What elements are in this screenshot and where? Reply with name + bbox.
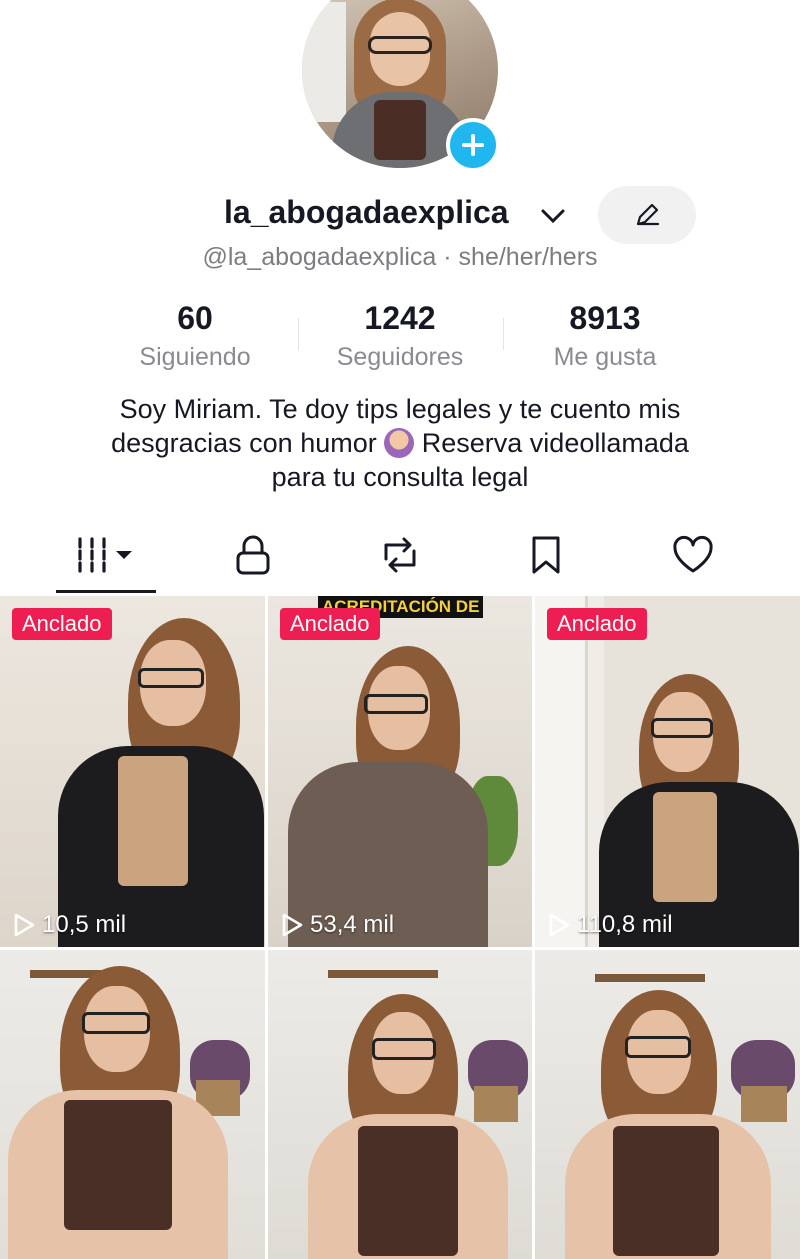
video-thumbnail[interactable]: ACREDITACIÓN DE Anclado 53,4 mil [268, 596, 532, 947]
bio-line: desgracias con humor Reserva videollamad… [40, 426, 760, 460]
active-tab-indicator [56, 590, 156, 593]
thumbnail-shelf [595, 974, 705, 982]
bio-line: Soy Miriam. Te doy tips legales y te cue… [119, 394, 681, 424]
person-emoji-icon [384, 428, 415, 458]
view-count: 53,4 mil [280, 911, 394, 939]
stat-divider [503, 318, 504, 350]
video-grid: Anclado 10,5 mil ACREDITACIÓN DE Anclado… [0, 596, 800, 1259]
stat-likes-label: Me gusta [553, 343, 657, 371]
thumbnail-person-top [64, 1100, 172, 1230]
video-thumbnail[interactable] [268, 950, 532, 1259]
profile-bio: Soy Miriam. Te doy tips legales y te cue… [40, 392, 760, 494]
profile-stats: 60 Siguiendo 1242 Seguidores 8913 Me gus… [0, 300, 800, 380]
pinned-badge: Anclado [547, 608, 647, 640]
thumbnail-person-glasses [651, 718, 713, 738]
thumbnail-person-glasses [82, 1012, 150, 1034]
pinned-badge: Anclado [280, 608, 380, 640]
thumbnail-pot [741, 1086, 787, 1122]
pinned-badge: Anclado [12, 608, 112, 640]
heart-icon [673, 535, 713, 573]
stat-followers-value: 1242 [364, 300, 436, 336]
video-thumbnail[interactable]: Anclado 10,5 mil [0, 596, 265, 947]
view-count: 110,8 mil [547, 911, 673, 939]
video-thumbnail[interactable] [0, 950, 265, 1259]
tab-saved[interactable] [466, 520, 626, 590]
thumbnail-person-top [118, 756, 188, 886]
stat-likes[interactable]: 8913 Me gusta [505, 300, 705, 372]
thumbnail-door [535, 596, 588, 947]
lock-icon [236, 535, 270, 575]
view-count-value: 53,4 mil [310, 911, 395, 938]
avatar-background-window [302, 2, 346, 122]
bio-line: para tu consulta legal [271, 462, 529, 492]
stat-following[interactable]: 60 Siguiendo [95, 300, 295, 372]
edit-profile-button[interactable] [598, 186, 696, 244]
stat-followers[interactable]: 1242 Seguidores [300, 300, 500, 372]
tab-private[interactable] [173, 520, 333, 590]
video-thumbnail[interactable] [535, 950, 800, 1259]
play-icon [282, 913, 303, 937]
thumbnail-person-glasses [138, 668, 204, 688]
tab-liked[interactable] [613, 520, 773, 590]
thumbnail-person-top [653, 792, 717, 902]
bio-text: Reserva videollamada [421, 428, 689, 458]
tab-reposts[interactable] [320, 520, 480, 590]
bookmark-icon [532, 536, 560, 574]
avatar-top [374, 100, 426, 160]
thumbnail-person-glasses [372, 1038, 436, 1060]
add-story-button[interactable] [446, 118, 500, 172]
avatar-glasses [368, 36, 432, 54]
tab-videos[interactable] [26, 520, 186, 590]
play-icon [549, 913, 570, 937]
pencil-icon [636, 203, 660, 226]
view-count-value: 110,8 mil [577, 911, 673, 938]
thumbnail-person-top [358, 1126, 458, 1256]
bio-text: desgracias con humor [111, 428, 377, 458]
stat-following-value: 60 [177, 300, 213, 336]
username-row: la_abogadaexplica [0, 186, 800, 244]
thumbnail-shelf [328, 970, 438, 978]
thumbnail-person-glasses [625, 1036, 691, 1058]
video-thumbnail[interactable]: Anclado 110,8 mil [535, 596, 800, 947]
thumbnail-person-top [613, 1126, 719, 1256]
view-count: 10,5 mil [12, 911, 126, 939]
stat-divider [298, 318, 299, 350]
stat-followers-label: Seguidores [336, 343, 464, 371]
profile-handle: @la_abogadaexplica · she/her/hers [202, 243, 598, 271]
thumbnail-person-glasses [364, 694, 428, 714]
stat-following-label: Siguiendo [139, 343, 251, 371]
thumbnail-pot [474, 1086, 518, 1122]
view-count-value: 10,5 mil [42, 911, 127, 938]
play-icon [14, 913, 35, 937]
videos-grid-icon [78, 537, 132, 573]
profile-tabs [0, 520, 800, 596]
plus-icon [462, 134, 484, 156]
repost-icon [384, 537, 416, 573]
chevron-down-icon[interactable] [540, 208, 566, 224]
stat-likes-value: 8913 [569, 300, 641, 336]
username[interactable]: la_abogadaexplica [224, 194, 509, 231]
